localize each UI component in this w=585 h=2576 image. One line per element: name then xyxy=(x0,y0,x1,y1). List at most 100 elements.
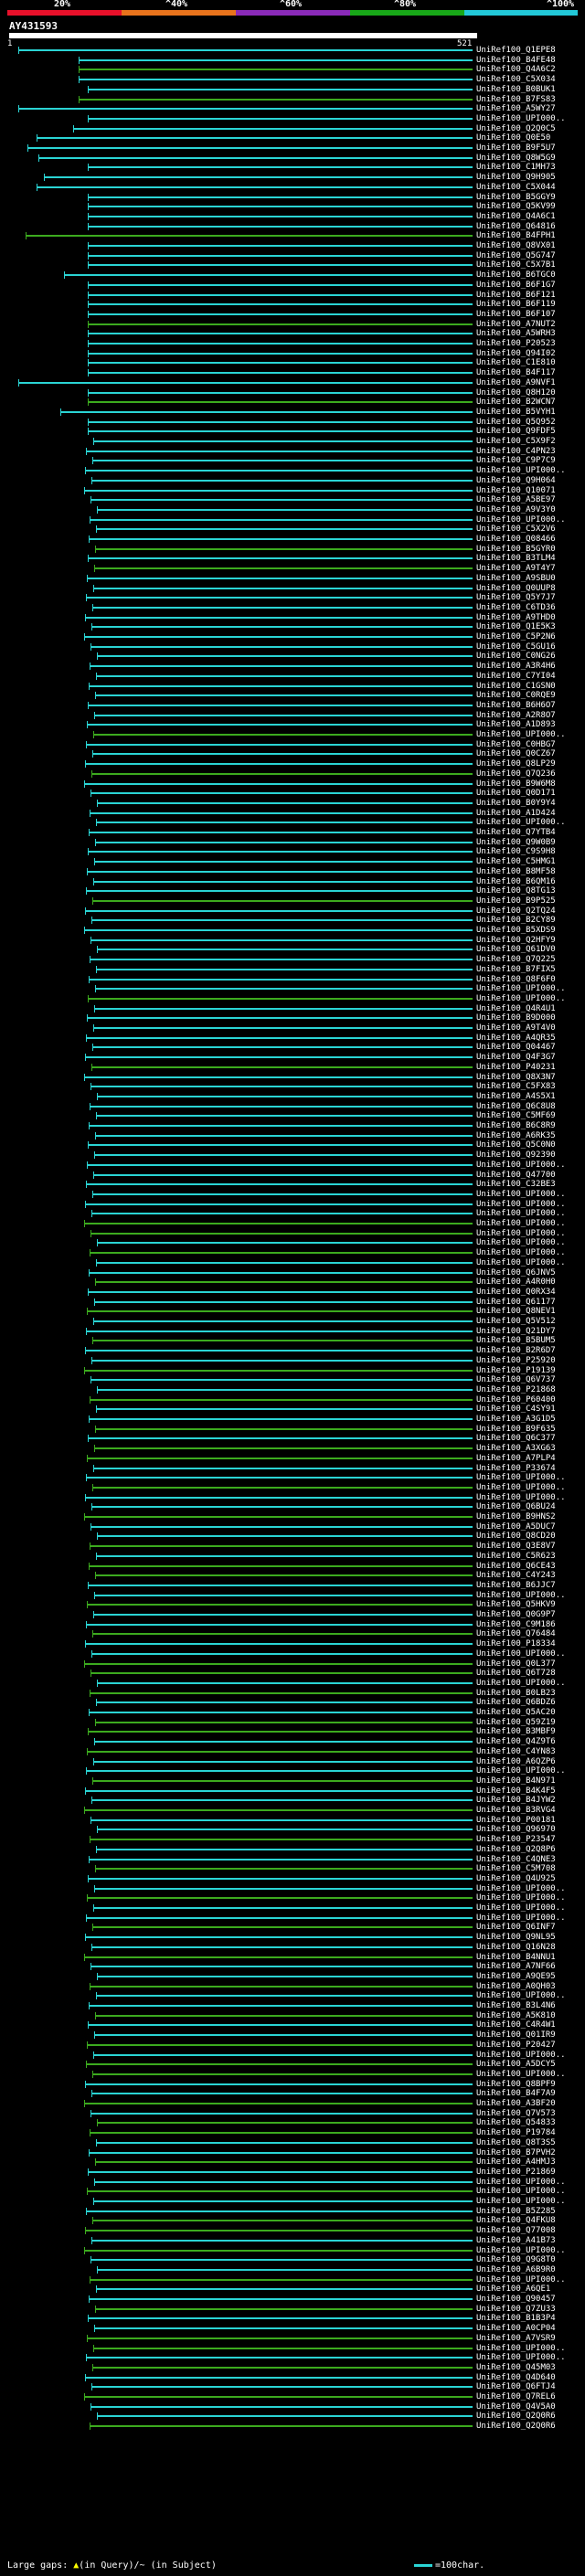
hit-accession-link[interactable]: UniRef100_UPI000.. xyxy=(476,818,566,827)
hit-accession-link[interactable]: UniRef100_A3G1D5 xyxy=(476,1415,556,1424)
hit-accession-link[interactable]: UniRef100_A9QE95 xyxy=(476,1972,556,1981)
hit-accession-link[interactable]: UniRef100_Q4V5A0 xyxy=(476,2402,556,2412)
hit-accession-link[interactable]: UniRef100_B8MF58 xyxy=(476,867,556,876)
hit-accession-link[interactable]: UniRef100_B4N971 xyxy=(476,1776,556,1786)
hit-accession-link[interactable]: UniRef100_A4S5X1 xyxy=(476,1092,556,1101)
hit-accession-link[interactable]: UniRef100_B9F635 xyxy=(476,1425,556,1434)
hit-accession-link[interactable]: UniRef100_Q0D171 xyxy=(476,789,556,798)
hit-accession-link[interactable]: UniRef100_B6JJC7 xyxy=(476,1581,556,1590)
hit-accession-link[interactable]: UniRef100_Q7REL6 xyxy=(476,2392,556,2401)
hit-accession-link[interactable]: UniRef100_C0HBG7 xyxy=(476,740,556,749)
hit-accession-link[interactable]: UniRef100_B3RVG4 xyxy=(476,1806,556,1815)
hit-accession-link[interactable]: UniRef100_B0LB23 xyxy=(476,1689,556,1698)
hit-accession-link[interactable]: UniRef100_C5M708 xyxy=(476,1864,556,1873)
hit-accession-link[interactable]: UniRef100_P20427 xyxy=(476,2041,556,2050)
hit-accession-link[interactable]: UniRef100_C5R623 xyxy=(476,1552,556,1561)
hit-accession-link[interactable]: UniRef100_Q4U925 xyxy=(476,1874,556,1883)
hit-accession-link[interactable]: UniRef100_UPI000.. xyxy=(476,1893,566,1903)
hit-accession-link[interactable]: UniRef100_UPI000.. xyxy=(476,1248,566,1257)
hit-accession-link[interactable]: UniRef100_B5GGY9 xyxy=(476,193,556,202)
hit-accession-link[interactable]: UniRef100_Q1EPE8 xyxy=(476,46,556,55)
hit-accession-link[interactable]: UniRef100_Q4A6C1 xyxy=(476,212,556,221)
hit-accession-link[interactable]: UniRef100_Q5HKV9 xyxy=(476,1600,556,1609)
hit-accession-link[interactable]: UniRef100_C6TD36 xyxy=(476,603,556,612)
hit-accession-link[interactable]: UniRef100_Q0RX34 xyxy=(476,1288,556,1297)
hit-accession-link[interactable]: UniRef100_UPI000.. xyxy=(476,2187,566,2196)
hit-accession-link[interactable]: UniRef100_Q2HFY9 xyxy=(476,936,556,945)
hit-accession-link[interactable]: UniRef100_P21868 xyxy=(476,1385,556,1394)
hit-accession-link[interactable]: UniRef100_P40231 xyxy=(476,1063,556,1072)
hit-accession-link[interactable]: UniRef100_Q77008 xyxy=(476,2226,556,2235)
hit-accession-link[interactable]: UniRef100_C5MF69 xyxy=(476,1111,556,1120)
hit-accession-link[interactable]: UniRef100_Q8X3N7 xyxy=(476,1073,556,1082)
hit-accession-link[interactable]: UniRef100_A5DUC7 xyxy=(476,1522,556,1532)
hit-accession-link[interactable]: UniRef100_Q6FTJ4 xyxy=(476,2382,556,2391)
hit-accession-link[interactable]: UniRef100_A5WRH3 xyxy=(476,329,556,338)
hit-accession-link[interactable]: UniRef100_UPI000.. xyxy=(476,1190,566,1199)
hit-accession-link[interactable]: UniRef100_P19784 xyxy=(476,2128,556,2137)
hit-accession-link[interactable]: UniRef100_Q6JNV5 xyxy=(476,1268,556,1277)
hit-accession-link[interactable]: UniRef100_Q96970 xyxy=(476,1825,556,1834)
hit-accession-link[interactable]: UniRef100_B6H6O7 xyxy=(476,701,556,710)
hit-accession-link[interactable]: UniRef100_B4F7A9 xyxy=(476,2089,556,2098)
hit-accession-link[interactable]: UniRef100_P18334 xyxy=(476,1639,556,1648)
hit-accession-link[interactable]: UniRef100_A9THD0 xyxy=(476,613,556,622)
hit-accession-link[interactable]: UniRef100_Q8LP29 xyxy=(476,759,556,769)
hit-accession-link[interactable]: UniRef100_UPI000.. xyxy=(476,2178,566,2187)
hit-accession-link[interactable]: UniRef100_A2R8O7 xyxy=(476,711,556,720)
hit-accession-link[interactable]: UniRef100_Q8T3S5 xyxy=(476,2138,556,2147)
hit-accession-link[interactable]: UniRef100_Q6V737 xyxy=(476,1375,556,1384)
hit-accession-link[interactable]: UniRef100_C4QNE3 xyxy=(476,1855,556,1864)
hit-accession-link[interactable]: UniRef100_UPI000.. xyxy=(476,466,566,475)
hit-accession-link[interactable]: UniRef100_Q4D640 xyxy=(476,2373,556,2382)
hit-accession-link[interactable]: UniRef100_Q5AC20 xyxy=(476,1708,556,1717)
hit-accession-link[interactable]: UniRef100_Q6C377 xyxy=(476,1434,556,1443)
hit-accession-link[interactable]: UniRef100_A4QR35 xyxy=(476,1034,556,1043)
hit-accession-link[interactable]: UniRef100_A9NVF1 xyxy=(476,378,556,387)
hit-accession-link[interactable]: UniRef100_C1MH73 xyxy=(476,163,556,172)
hit-accession-link[interactable]: UniRef100_UPI000.. xyxy=(476,2344,566,2353)
hit-accession-link[interactable]: UniRef100_P33674 xyxy=(476,1464,556,1473)
hit-accession-link[interactable]: UniRef100_UPI000.. xyxy=(476,1766,566,1776)
hit-accession-link[interactable]: UniRef100_UPI000.. xyxy=(476,1229,566,1238)
hit-accession-link[interactable]: UniRef100_Q61177 xyxy=(476,1298,556,1307)
hit-accession-link[interactable]: UniRef100_P20523 xyxy=(476,339,556,348)
hit-accession-link[interactable]: UniRef100_Q10071 xyxy=(476,486,556,495)
hit-accession-link[interactable]: UniRef100_Q59Z19 xyxy=(476,1718,556,1727)
hit-accession-link[interactable]: UniRef100_UPI000.. xyxy=(476,1884,566,1893)
hit-accession-link[interactable]: UniRef100_C9M186 xyxy=(476,1620,556,1629)
hit-accession-link[interactable]: UniRef100_UPI000.. xyxy=(476,2246,566,2255)
hit-accession-link[interactable]: UniRef100_UPI000.. xyxy=(476,1473,566,1482)
hit-accession-link[interactable]: UniRef100_UPI000.. xyxy=(476,984,566,993)
hit-accession-link[interactable]: UniRef100_UPI000.. xyxy=(476,114,566,123)
hit-accession-link[interactable]: UniRef100_Q7YTB4 xyxy=(476,828,556,837)
hit-accession-link[interactable]: UniRef100_A6RK35 xyxy=(476,1131,556,1140)
hit-accession-link[interactable]: UniRef100_Q5V512 xyxy=(476,1317,556,1326)
hit-accession-link[interactable]: UniRef100_A9T4V0 xyxy=(476,1023,556,1033)
hit-accession-link[interactable]: UniRef100_B2WCN7 xyxy=(476,398,556,407)
hit-accession-link[interactable]: UniRef100_B6TGC0 xyxy=(476,270,556,280)
hit-accession-link[interactable]: UniRef100_Q9G8T0 xyxy=(476,2255,556,2264)
hit-accession-link[interactable]: UniRef100_C0NG26 xyxy=(476,652,556,661)
hit-accession-link[interactable]: UniRef100_Q2Q0C5 xyxy=(476,124,556,133)
hit-accession-link[interactable]: UniRef100_Q8CD20 xyxy=(476,1532,556,1541)
hit-accession-link[interactable]: UniRef100_Q6CE43 xyxy=(476,1562,556,1571)
hit-accession-link[interactable]: UniRef100_Q7V573 xyxy=(476,2109,556,2118)
hit-accession-link[interactable]: UniRef100_A7VSR9 xyxy=(476,2334,556,2343)
hit-accession-link[interactable]: UniRef100_C9P7C9 xyxy=(476,456,556,465)
hit-accession-link[interactable]: UniRef100_C5X034 xyxy=(476,75,556,84)
hit-accession-link[interactable]: UniRef100_Q64816 xyxy=(476,222,556,231)
hit-accession-link[interactable]: UniRef100_UPI000.. xyxy=(476,1238,566,1247)
hit-accession-link[interactable]: UniRef100_Q54833 xyxy=(476,2118,556,2127)
hit-accession-link[interactable]: UniRef100_Q4A6C2 xyxy=(476,65,556,74)
hit-accession-link[interactable]: UniRef100_P21869 xyxy=(476,2168,556,2177)
hit-accession-link[interactable]: UniRef100_Q8VX01 xyxy=(476,241,556,250)
hit-accession-link[interactable]: UniRef100_B4FE48 xyxy=(476,56,556,65)
hit-accession-link[interactable]: UniRef100_B2CY89 xyxy=(476,916,556,925)
hit-accession-link[interactable]: UniRef100_Q0CZ67 xyxy=(476,749,556,758)
hit-accession-link[interactable]: UniRef100_Q5Q952 xyxy=(476,418,556,427)
hit-accession-link[interactable]: UniRef100_B9D000 xyxy=(476,1013,556,1023)
hit-accession-link[interactable]: UniRef100_B6F107 xyxy=(476,310,556,319)
hit-accession-link[interactable]: UniRef100_UPI000.. xyxy=(476,1991,566,2000)
hit-accession-link[interactable]: UniRef100_Q9FDF5 xyxy=(476,427,556,436)
